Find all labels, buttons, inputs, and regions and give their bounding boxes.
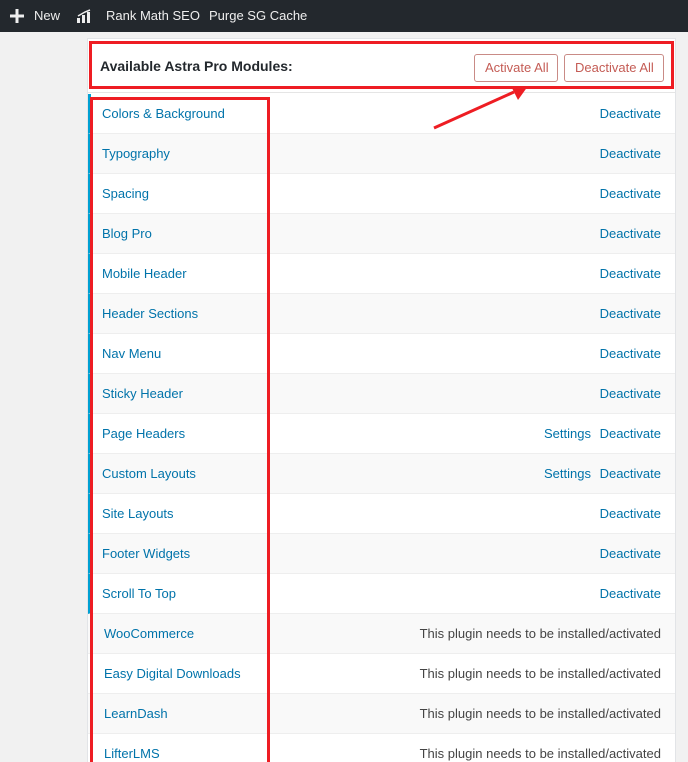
deactivate-link[interactable]: Deactivate [600, 94, 661, 134]
module-row: Footer Widgets Deactivate [88, 534, 675, 574]
module-row: Sticky Header Deactivate [88, 374, 675, 414]
module-row: Header Sections Deactivate [88, 294, 675, 334]
plugin-required-note: This plugin needs to be installed/activa… [419, 666, 661, 681]
modules-panel: Available Astra Pro Modules: Activate Al… [87, 38, 676, 762]
module-name[interactable]: Sticky Header [102, 374, 183, 414]
module-name[interactable]: Site Layouts [102, 494, 174, 534]
module-row: Colors & Background Deactivate [88, 94, 675, 134]
deactivate-link[interactable]: Deactivate [600, 454, 661, 494]
module-row: Scroll To Top Deactivate [88, 574, 675, 614]
module-name[interactable]: Nav Menu [102, 334, 161, 374]
deactivate-link[interactable]: Deactivate [600, 494, 661, 534]
module-row: Site Layouts Deactivate [88, 494, 675, 534]
module-row: Typography Deactivate [88, 134, 675, 174]
module-name[interactable]: LearnDash [104, 694, 168, 734]
modules-header: Available Astra Pro Modules: Activate Al… [88, 39, 675, 93]
module-row: Mobile Header Deactivate [88, 254, 675, 294]
new-menu-item[interactable]: New [10, 0, 66, 32]
deactivate-link[interactable]: Deactivate [600, 174, 661, 214]
module-name[interactable]: WooCommerce [104, 614, 194, 654]
settings-link[interactable]: Settings [544, 454, 591, 494]
module-name[interactable]: Scroll To Top [102, 574, 176, 614]
deactivate-all-button[interactable]: Deactivate All [564, 54, 664, 82]
module-name[interactable]: Blog Pro [102, 214, 152, 254]
rank-math-icon [77, 9, 91, 23]
module-name[interactable]: Footer Widgets [102, 534, 190, 574]
module-row: LifterLMS This plugin needs to be instal… [88, 734, 675, 762]
activate-all-button[interactable]: Activate All [474, 54, 558, 82]
deactivate-link[interactable]: Deactivate [600, 134, 661, 174]
deactivate-link[interactable]: Deactivate [600, 574, 661, 614]
deactivate-link[interactable]: Deactivate [600, 374, 661, 414]
module-name[interactable]: Colors & Background [102, 94, 225, 134]
plugin-required-note: This plugin needs to be installed/activa… [419, 746, 661, 761]
module-row: Page Headers Settings Deactivate [88, 414, 675, 454]
purge-cache-menu-item[interactable]: Purge SG Cache [209, 0, 309, 32]
module-row: LearnDash This plugin needs to be instal… [88, 694, 675, 734]
modules-title: Available Astra Pro Modules: [100, 58, 293, 74]
deactivate-link[interactable]: Deactivate [600, 334, 661, 374]
rank-math-menu-item[interactable]: Rank Math SEO [76, 0, 200, 32]
new-label: New [34, 8, 61, 23]
module-name[interactable]: Typography [102, 134, 170, 174]
module-name[interactable]: Page Headers [102, 414, 185, 454]
deactivate-link[interactable]: Deactivate [600, 534, 661, 574]
module-name[interactable]: Header Sections [102, 294, 198, 334]
module-row: Custom Layouts Settings Deactivate [88, 454, 675, 494]
plugin-required-note: This plugin needs to be installed/activa… [419, 626, 661, 641]
purge-cache-label: Purge SG Cache [209, 8, 308, 23]
module-row: Nav Menu Deactivate [88, 334, 675, 374]
plus-icon [10, 9, 24, 23]
admin-bar: New Rank Math SEO Purge SG Cache [0, 0, 688, 32]
module-name[interactable]: Custom Layouts [102, 454, 196, 494]
module-name[interactable]: Mobile Header [102, 254, 187, 294]
plugin-required-note: This plugin needs to be installed/activa… [419, 706, 661, 721]
deactivate-link[interactable]: Deactivate [600, 294, 661, 334]
deactivate-link[interactable]: Deactivate [600, 254, 661, 294]
module-name[interactable]: Spacing [102, 174, 149, 214]
module-row: WooCommerce This plugin needs to be inst… [88, 614, 675, 654]
module-row: Easy Digital Downloads This plugin needs… [88, 654, 675, 694]
module-row: Spacing Deactivate [88, 174, 675, 214]
module-name[interactable]: Easy Digital Downloads [104, 654, 241, 694]
module-row: Blog Pro Deactivate [88, 214, 675, 254]
deactivate-link[interactable]: Deactivate [600, 414, 661, 454]
deactivate-link[interactable]: Deactivate [600, 214, 661, 254]
module-name[interactable]: LifterLMS [104, 734, 160, 762]
settings-link[interactable]: Settings [544, 414, 591, 454]
rank-math-label: Rank Math SEO [106, 8, 200, 23]
